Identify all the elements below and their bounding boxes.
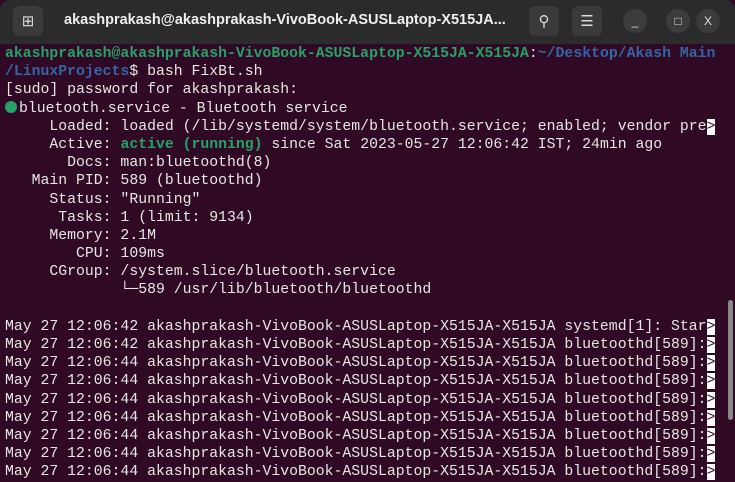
log-text: May 27 12:06:44 akashprakash-VivoBook-AS… <box>5 355 707 372</box>
active-label: Active: <box>5 136 121 153</box>
status-dot-icon <box>5 100 17 113</box>
log-lines: May 27 12:06:42 akashprakash-VivoBook-AS… <box>5 318 727 482</box>
maximize-button[interactable]: □ <box>666 9 690 33</box>
prompt-path: ~/Desktop/Akash Main <box>537 46 716 62</box>
overflow-marker: > <box>706 427 716 444</box>
menu-button[interactable]: ☰ <box>572 6 602 36</box>
prompt-colon: : <box>528 46 538 62</box>
log-text: May 27 12:06:44 akashprakash-VivoBook-AS… <box>5 427 707 444</box>
overflow-marker: > <box>706 464 716 481</box>
terminal-output[interactable]: akashprakash@akashprakash-VivoBook-ASUSL… <box>5 45 727 482</box>
log-line: May 27 12:06:44 akashprakash-VivoBook-AS… <box>5 409 727 427</box>
status-line: Status: "Running" <box>5 191 201 208</box>
overflow-marker: > <box>706 118 716 135</box>
scrollbar[interactable] <box>728 300 733 420</box>
log-text: May 27 12:06:44 akashprakash-VivoBook-AS… <box>5 391 707 408</box>
service-header: bluetooth.service - Bluetooth service <box>19 100 348 117</box>
loaded-row: Loaded: loaded (/lib/systemd/system/blue… <box>5 118 727 136</box>
new-tab-button[interactable]: ⊞ <box>13 6 43 36</box>
search-icon: ⚲ <box>538 13 550 30</box>
log-text: May 27 12:06:44 akashprakash-VivoBook-AS… <box>5 446 707 463</box>
cgroup-child-line: └─589 /usr/lib/bluetooth/bluetoothd <box>5 282 432 299</box>
log-line: May 27 12:06:44 akashprakash-VivoBook-AS… <box>5 427 727 445</box>
prompt-path-cont: /LinuxProjects <box>5 64 130 81</box>
docs-line: Docs: man:bluetoothd(8) <box>5 155 272 172</box>
log-line: May 27 12:06:44 akashprakash-VivoBook-AS… <box>5 372 727 390</box>
tasks-line: Tasks: 1 (limit: 9134) <box>5 209 254 226</box>
active-row: Active: active (running) since Sat 2023-… <box>5 136 727 154</box>
log-line: May 27 12:06:42 akashprakash-VivoBook-AS… <box>5 336 727 354</box>
log-text: May 27 12:06:42 akashprakash-VivoBook-AS… <box>5 337 707 353</box>
log-text: May 27 12:06:44 akashprakash-VivoBook-AS… <box>5 464 707 481</box>
overflow-marker: > <box>706 318 716 335</box>
cpu-line: CPU: 109ms <box>5 246 165 263</box>
memory-line: Memory: 2.1M <box>5 227 156 244</box>
log-line: May 27 12:06:42 akashprakash-VivoBook-AS… <box>5 318 727 336</box>
new-tab-icon: ⊞ <box>21 13 35 30</box>
log-line: May 27 12:06:44 akashprakash-VivoBook-AS… <box>5 354 727 372</box>
log-text: May 27 12:06:42 akashprakash-VivoBook-AS… <box>5 318 707 335</box>
window-title: akashprakash@akashprakash-VivoBook-ASUSL… <box>64 12 506 28</box>
search-button[interactable]: ⚲ <box>529 6 559 36</box>
active-state: active (running) <box>120 136 263 153</box>
overflow-marker: > <box>706 409 716 426</box>
prompt-user: akashprakash@akashprakash-VivoBook-ASUSL… <box>5 46 529 62</box>
overflow-marker: > <box>706 391 716 408</box>
title-bar: ⊞ akashprakash@akashprakash-VivoBook-ASU… <box>0 0 735 44</box>
overflow-marker: > <box>706 446 716 463</box>
cgroup-line: CGroup: /system.slice/bluetooth.service <box>5 264 396 281</box>
log-line: May 27 12:06:44 akashprakash-VivoBook-AS… <box>5 445 727 463</box>
log-text: May 27 12:06:44 akashprakash-VivoBook-AS… <box>5 373 707 390</box>
loaded-line: Loaded: loaded (/lib/systemd/system/blue… <box>5 118 707 135</box>
active-since: since Sat 2023-05-27 12:06:42 IST; 24min… <box>262 136 663 153</box>
prompt-line: akashprakash@akashprakash-VivoBook-ASUSL… <box>5 45 727 63</box>
close-button[interactable]: X <box>696 9 720 33</box>
overflow-marker: > <box>706 337 716 353</box>
prompt-line-cont: /LinuxProjects$ bash FixBt.sh <box>5 63 727 81</box>
minimize-button[interactable]: _ <box>623 9 647 33</box>
overflow-marker: > <box>706 373 716 390</box>
overflow-marker: > <box>706 355 716 372</box>
hamburger-menu-icon: ☰ <box>580 13 594 30</box>
sudo-prompt: [sudo] password for akashprakash: <box>5 82 299 99</box>
service-header-line: bluetooth.service - Bluetooth service <box>5 100 727 118</box>
log-text: May 27 12:06:44 akashprakash-VivoBook-AS… <box>5 409 707 426</box>
log-line: May 27 12:06:44 akashprakash-VivoBook-AS… <box>5 463 727 481</box>
pid-line: Main PID: 589 (bluetoothd) <box>5 173 263 190</box>
command: $ bash FixBt.sh <box>129 64 263 81</box>
log-line: May 27 12:06:44 akashprakash-VivoBook-AS… <box>5 391 727 409</box>
